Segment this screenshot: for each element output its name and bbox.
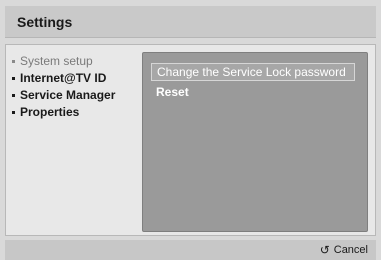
- return-icon: ↺: [319, 242, 330, 257]
- page-title: Settings: [17, 14, 73, 30]
- menu-item-system-setup[interactable]: System setup: [12, 53, 140, 70]
- option-change-service-lock-password[interactable]: Change the Service Lock password: [151, 63, 355, 81]
- settings-menu: System setup Internet@TV ID Service Mana…: [12, 53, 140, 121]
- options-panel: Change the Service Lock password Reset: [142, 52, 368, 232]
- option-reset[interactable]: Reset: [156, 85, 189, 99]
- menu-item-internet-tv-id[interactable]: Internet@TV ID: [12, 70, 140, 87]
- menu-item-properties[interactable]: Properties: [12, 104, 140, 121]
- content-area: System setup Internet@TV ID Service Mana…: [5, 44, 376, 236]
- settings-screen: Settings System setup Internet@TV ID Ser…: [0, 0, 381, 260]
- title-bar: Settings: [5, 6, 376, 38]
- bottom-bar: ↺ Cancel: [5, 240, 376, 260]
- menu-item-service-manager[interactable]: Service Manager: [12, 87, 140, 104]
- cancel-button[interactable]: ↺ Cancel: [319, 242, 368, 257]
- cancel-label: Cancel: [333, 244, 368, 256]
